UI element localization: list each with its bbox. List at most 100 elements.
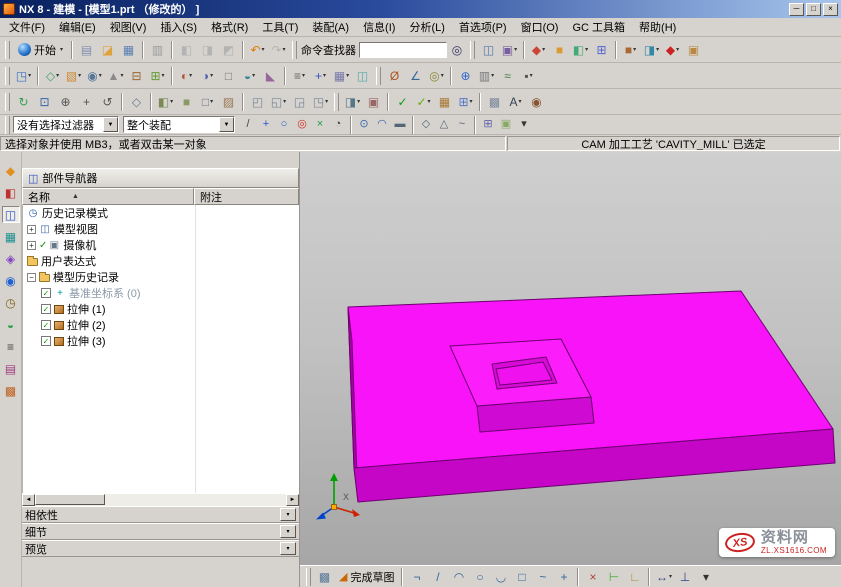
toolbar-boss-button[interactable]: ▲▾ <box>105 65 126 87</box>
toolbar-undo-button[interactable]: ↶▾ <box>247 39 268 61</box>
menu-file[interactable]: 文件(F) <box>2 17 52 37</box>
toolbar-wcs-toggle-button[interactable]: ◆▾ <box>662 39 683 61</box>
expand-icon[interactable]: + <box>27 241 36 250</box>
toolbar-geometric-constraints-button[interactable]: ⊥ <box>674 566 695 587</box>
tree-row[interactable]: 用户表达式 <box>23 253 299 269</box>
toolbar-subtract-button[interactable]: ◑▾ <box>197 65 218 87</box>
toolbar-grip[interactable] <box>5 93 10 111</box>
toolbar-angle-measure-button[interactable]: ∠ <box>405 65 426 87</box>
tree-row[interactable]: ✓拉伸 (1) <box>23 301 299 317</box>
toolbar-measure-button[interactable]: Ø <box>384 65 405 87</box>
toolbar-line-button[interactable]: / <box>427 566 448 587</box>
toolbar-display-analysis-button[interactable]: ◎▾ <box>426 65 447 87</box>
toolbar-arc-button[interactable]: ◠ <box>448 566 469 587</box>
menu-edit[interactable]: 编辑(E) <box>52 17 103 37</box>
toolbar-point-button[interactable]: + <box>553 566 574 587</box>
toolbar-material-display-button[interactable]: ◉ <box>526 91 547 113</box>
toolbar-studio-render-button[interactable]: ▨ <box>218 91 239 113</box>
toolbar-profile-button[interactable]: ¬ <box>406 566 427 587</box>
tree-row[interactable]: ◷历史记录模式 <box>23 205 299 221</box>
toolbar-save-button[interactable]: ▦ <box>118 39 139 61</box>
toolbar-unite-button[interactable]: ◐▾ <box>176 65 197 87</box>
scrollbar-thumb[interactable] <box>35 494 105 505</box>
toolbar-thread-button[interactable]: ≡▾ <box>289 65 310 87</box>
assembly-navigator-button[interactable]: ◆ <box>2 162 20 179</box>
palettes-button[interactable]: ▩ <box>2 382 20 399</box>
command-finder-input[interactable] <box>359 42 447 58</box>
toolbar-check-mate-button[interactable]: ✓▾ <box>413 91 434 113</box>
toolbar-sketch-env-button[interactable]: ▩ <box>314 566 335 587</box>
toolbar-select-face-button[interactable]: △ <box>435 116 453 133</box>
toolbar-examine-geometry-button[interactable]: ✓ <box>392 91 413 113</box>
toolbar-gc-tool-b-button[interactable]: ⊞▾ <box>455 91 476 113</box>
toolbar-refresh-button[interactable]: ↻ <box>13 91 34 113</box>
toolbar-constraints-menu-button[interactable]: ▾ <box>695 566 716 587</box>
toolbar-rectangle-button[interactable]: □ <box>511 566 532 587</box>
chevron-down-icon[interactable]: ▼ <box>219 117 234 132</box>
menu-information[interactable]: 信息(I) <box>356 17 402 37</box>
toolbar-grip[interactable] <box>470 41 475 59</box>
toolbar-lasso-button[interactable]: ~ <box>453 116 471 133</box>
tree-row[interactable]: ✓拉伸 (3) <box>23 333 299 349</box>
finish-sketch-button[interactable]: ◢完成草图 <box>335 567 398 587</box>
toolbar-snapshot-button[interactable]: ▣ <box>363 91 384 113</box>
minimize-button[interactable]: ─ <box>789 3 804 16</box>
toolbar-print-button[interactable]: ▥ <box>147 39 168 61</box>
toolbar-grip[interactable] <box>5 67 10 85</box>
toolbar-grip[interactable] <box>5 116 10 134</box>
collapse-icon[interactable]: − <box>27 273 36 282</box>
toolbar-grip[interactable] <box>334 93 339 111</box>
toolbar-snap-intersection-button[interactable]: × <box>311 116 329 133</box>
toolbar-sketch-button[interactable]: ◳▾ <box>13 65 34 87</box>
menu-gc-toolbox[interactable]: GC 工具箱 <box>565 17 632 37</box>
maximize-button[interactable]: □ <box>806 3 821 16</box>
toolbar-annotation-button[interactable]: A▾ <box>505 91 526 113</box>
toolbar-copy-button[interactable]: ◨ <box>197 39 218 61</box>
system-materials-button[interactable]: ◒ <box>2 316 20 333</box>
web-browser-button[interactable]: ◉ <box>2 272 20 289</box>
find-icon[interactable]: ◎ <box>447 40 467 60</box>
toolbar-snap-end-button[interactable]: + <box>257 116 275 133</box>
toolbar-layer-settings-button[interactable]: ▥▾ <box>476 65 497 87</box>
toolbar-render-style-button[interactable]: ◧▾ <box>570 39 591 61</box>
checkbox-icon[interactable]: ✓ <box>41 320 51 330</box>
toolbar-shaded-button[interactable]: ■ <box>176 91 197 113</box>
toolbar-snap-tangent-button[interactable]: ◠ <box>373 116 391 133</box>
toolbar-snap-center-button[interactable]: ◎ <box>293 116 311 133</box>
toolbar-front-view-button[interactable]: ◰ <box>247 91 268 113</box>
horizontal-scrollbar[interactable]: ◄ ► <box>22 493 299 506</box>
menu-insert[interactable]: 插入(S) <box>153 17 204 37</box>
checkbox-icon[interactable]: ✓ <box>41 288 51 298</box>
toolbar-top-view-button[interactable]: ◱▾ <box>268 91 289 113</box>
tree-row[interactable]: +✓▣摄像机 <box>23 237 299 253</box>
toolbar-perspective-button[interactable]: ◇ <box>126 91 147 113</box>
toolbar-select-solid-button[interactable]: ◇ <box>417 116 435 133</box>
toolbar-pattern-button[interactable]: ▦▾ <box>331 65 352 87</box>
toolbar-new-button[interactable]: ▤ <box>76 39 97 61</box>
selection-filter-combo[interactable]: 没有选择过滤器 ▼ <box>13 116 119 133</box>
chevron-down-icon[interactable]: ▾ <box>280 542 296 555</box>
chevron-down-icon[interactable]: ▾ <box>280 508 296 521</box>
toolbar-shaded-with-edges-button[interactable]: ◧▾ <box>155 91 176 113</box>
toolbar-extrude-button[interactable]: ▧▾ <box>63 65 84 87</box>
menu-analysis[interactable]: 分析(L) <box>402 17 451 37</box>
constraint-navigator-button[interactable]: ◧ <box>2 184 20 201</box>
roles-button[interactable]: ▤ <box>2 360 20 377</box>
selection-scope-combo[interactable]: 整个装配 ▼ <box>123 116 235 133</box>
tree-row[interactable]: −模型历史记录 <box>23 269 299 285</box>
toolbar-move-face-button[interactable]: +▾ <box>310 65 331 87</box>
toolbar-pad-button[interactable]: ⊞▾ <box>147 65 168 87</box>
section-preview[interactable]: 预览▾ <box>22 540 299 557</box>
expand-icon[interactable]: + <box>27 225 36 234</box>
toolbar-snap-point-button[interactable]: / <box>239 116 257 133</box>
toolbar-view-orient-button[interactable]: ◆▾ <box>528 39 549 61</box>
tree-row[interactable]: ✓+基准坐标系 (0) <box>23 285 299 301</box>
toolbar-quick-trim-button[interactable]: × <box>582 566 603 587</box>
toolbar-paste-button[interactable]: ◩ <box>218 39 239 61</box>
toolbar-more-tools-button[interactable]: ▪▾ <box>518 65 539 87</box>
toolbar-cut-button[interactable]: ◧ <box>176 39 197 61</box>
menu-window[interactable]: 窗口(O) <box>514 17 566 37</box>
toolbar-trimetric-view-button[interactable]: ◳▾ <box>310 91 331 113</box>
toolbar-circle-button[interactable]: ○ <box>469 566 490 587</box>
toolbar-open-button[interactable]: ◪ <box>97 39 118 61</box>
